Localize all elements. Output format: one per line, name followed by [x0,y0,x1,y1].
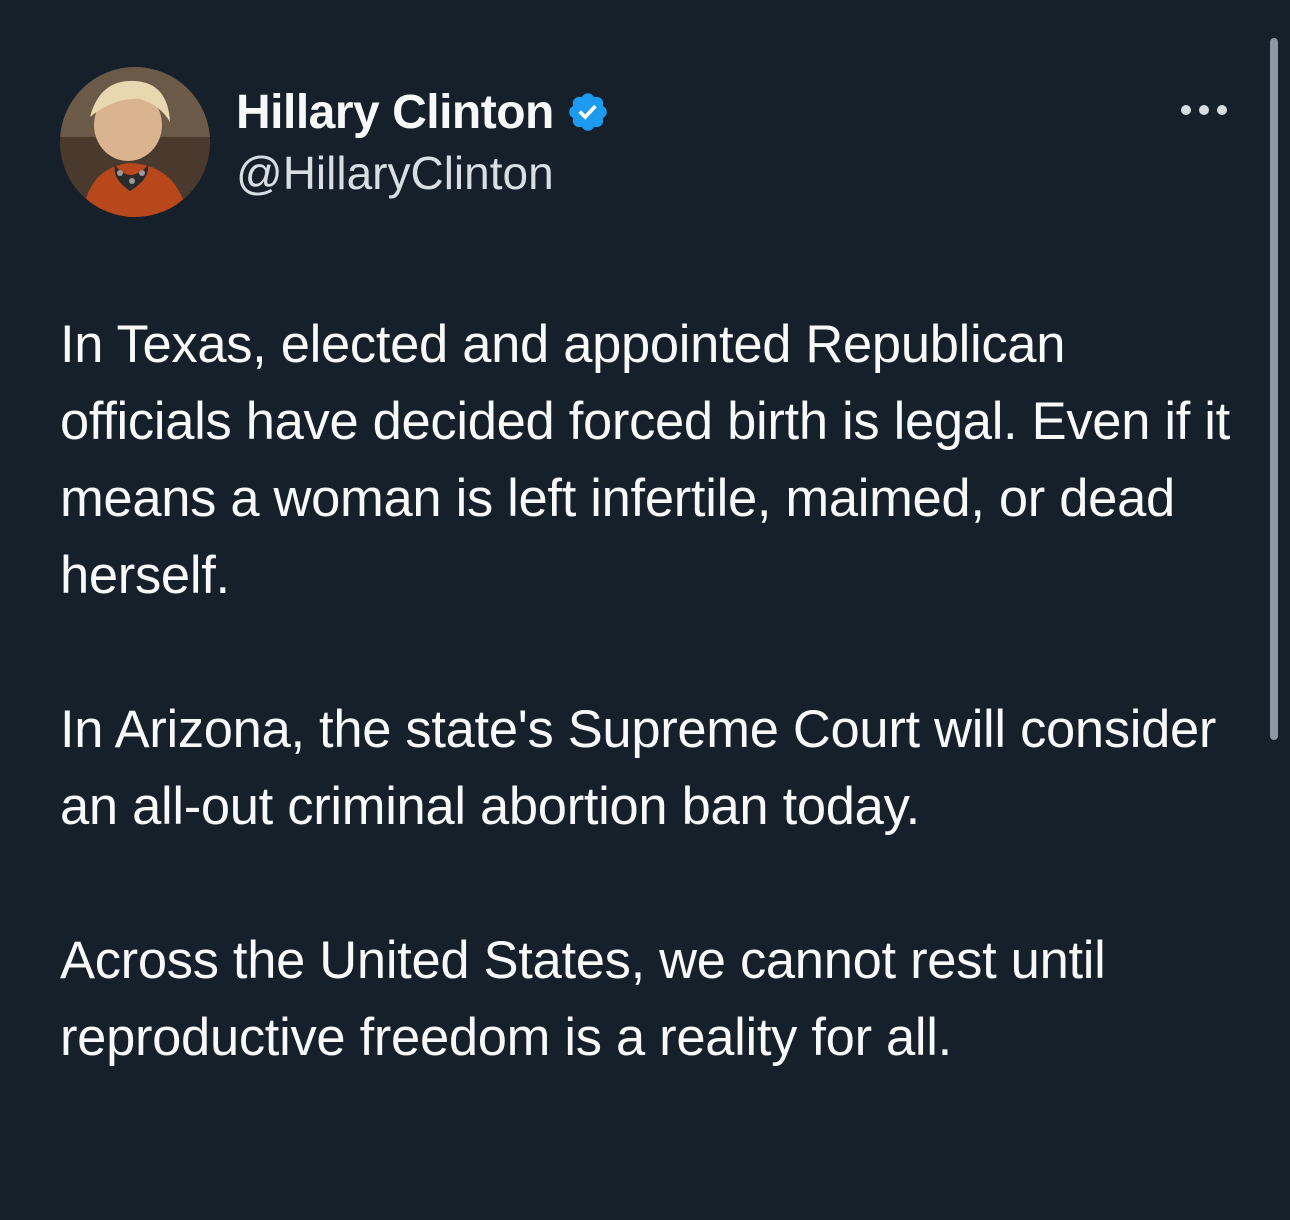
tweet-paragraph: In Texas, elected and appointed Republic… [60,315,1230,605]
verified-badge-icon[interactable] [566,90,610,134]
author-handle[interactable]: @HillaryClinton [236,146,554,200]
tweet-paragraph: In Arizona, the state's Supreme Court wi… [60,700,1217,836]
avatar[interactable] [60,67,210,217]
tweet[interactable]: Hillary Clinton @HillaryClinton In Texas… [0,0,1290,1220]
avatar-image [60,67,210,217]
more-options-icon[interactable] [1176,92,1232,128]
scrollbar[interactable] [1270,38,1278,740]
author-name-row: Hillary Clinton [236,82,610,142]
author-display-name[interactable]: Hillary Clinton [236,85,554,140]
tweet-text: In Texas, elected and appointed Republic… [60,306,1250,1076]
tweet-paragraph: Across the United States, we cannot rest… [60,931,1106,1067]
